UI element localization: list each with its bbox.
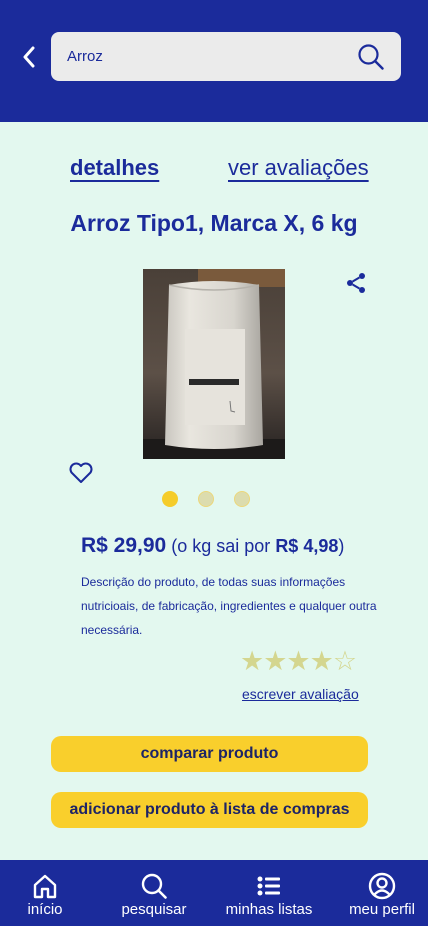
nav-item-profile[interactable]: meu perfil — [340, 860, 424, 926]
product-image[interactable] — [143, 269, 285, 459]
product-description: Descrição do produto, de todas suas info… — [81, 575, 377, 637]
home-icon — [33, 874, 57, 899]
search-input[interactable] — [67, 32, 337, 81]
search-icon — [358, 44, 384, 70]
price-line: R$ 29,90 (o kg sai por R$ 4,98) — [81, 534, 344, 558]
tab-reviews[interactable]: ver avaliações — [228, 155, 369, 181]
share-button[interactable] — [344, 271, 368, 295]
price-per-kg: R$ 4,98 — [275, 536, 339, 556]
carousel-dot[interactable] — [198, 491, 214, 507]
price-per-kg-suffix: ) — [338, 536, 345, 556]
nav-label: pesquisar — [121, 901, 187, 918]
share-icon — [347, 273, 365, 293]
header-bar — [0, 0, 428, 122]
nav-item-search[interactable]: pesquisar — [114, 860, 194, 926]
list-icon — [257, 876, 280, 896]
search-button[interactable] — [357, 43, 385, 71]
nav-item-lists[interactable]: minhas listas — [222, 860, 316, 926]
back-button[interactable] — [16, 44, 42, 70]
carousel-dot[interactable] — [162, 491, 178, 507]
search-icon — [141, 873, 167, 899]
nav-item-home[interactable]: início — [20, 860, 70, 926]
search-bar[interactable] — [51, 32, 401, 81]
heart-icon — [69, 462, 93, 483]
tab-details[interactable]: detalhes — [70, 155, 159, 181]
product-title: Arroz Tipo1, Marca X, 6 kg — [70, 210, 358, 236]
image-carousel-dots — [162, 491, 250, 507]
carousel-dot[interactable] — [234, 491, 250, 507]
nav-label: minhas listas — [225, 901, 313, 918]
add-to-list-button[interactable]: adicionar produto à lista de compras — [51, 792, 368, 828]
profile-icon — [368, 872, 396, 900]
chevron-left-icon — [23, 46, 35, 68]
bottom-navigation: início pesquisar minhas listas meu perfi… — [0, 860, 428, 926]
favorite-button[interactable] — [68, 461, 94, 485]
rating-stars: ★★★★☆ — [240, 646, 357, 676]
price-per-kg-prefix: (o kg sai por — [171, 536, 271, 556]
compare-product-button[interactable]: comparar produto — [51, 736, 368, 772]
nav-label: início — [27, 901, 63, 918]
product-price: R$ 29,90 — [81, 534, 167, 557]
write-review-link[interactable]: escrever avaliação — [242, 686, 359, 702]
nav-label: meu perfil — [349, 901, 415, 918]
